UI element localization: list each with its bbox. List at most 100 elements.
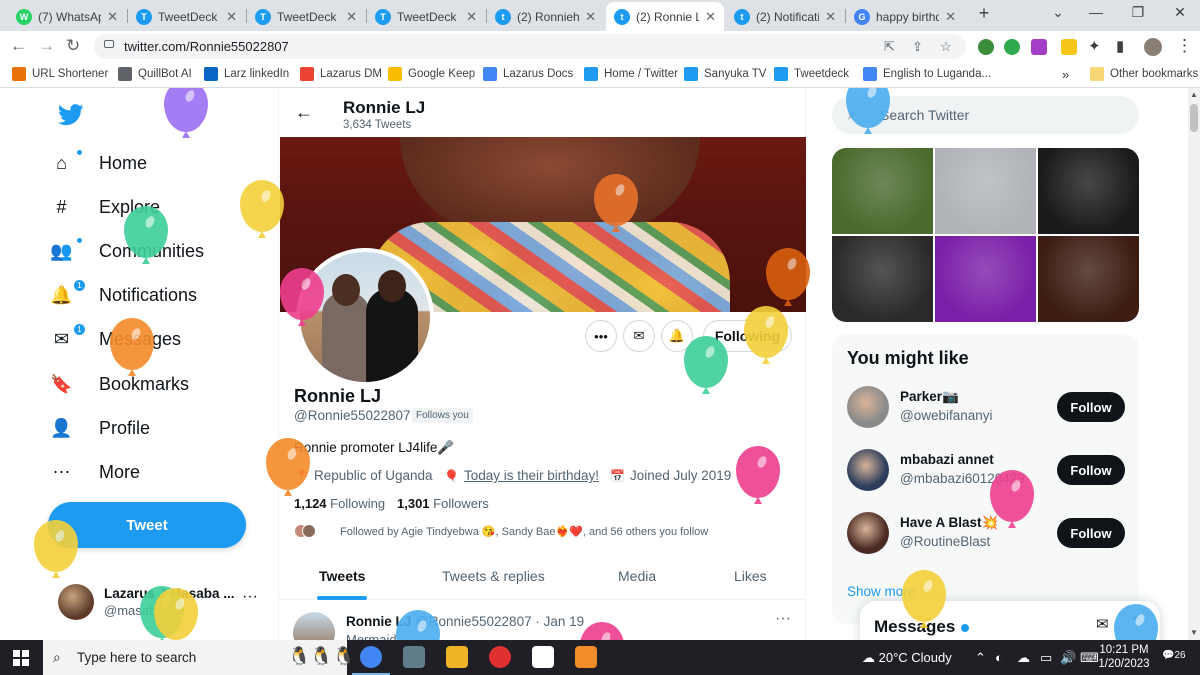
following-count-link[interactable]: 1,124 Following <box>294 496 385 511</box>
extension-icon-2[interactable] <box>1004 39 1020 55</box>
birthday-text[interactable]: Today is their birthday! <box>464 468 599 483</box>
volume-icon[interactable]: 🔊 <box>1060 650 1076 666</box>
tray-chevron-icon[interactable]: ⌃ <box>975 650 986 666</box>
other-bookmarks[interactable]: Other bookmarks <box>1090 67 1198 81</box>
message-envelope-icon[interactable]: ✉ <box>623 320 655 352</box>
media-thumbnail[interactable] <box>935 236 1036 322</box>
follow-button[interactable]: Follow <box>1057 455 1125 485</box>
scroll-thumb[interactable] <box>1190 104 1198 132</box>
back-arrow-icon[interactable]: ← <box>10 36 27 56</box>
tab-close-icon[interactable]: ✕ <box>705 9 716 25</box>
browser-tab[interactable]: Ghappy birthd ✕ <box>846 2 964 31</box>
nav-bookmarks[interactable]: 🔖 Bookmarks <box>50 369 189 399</box>
tab-close-icon[interactable]: ✕ <box>226 9 237 25</box>
bookmark-item[interactable]: Home / Twitter <box>584 67 678 81</box>
profile-avatar-image[interactable] <box>296 248 434 386</box>
suggestion-row[interactable]: Have A Blast💥 @RoutineBlast Follow <box>847 512 1127 556</box>
browser-tab[interactable]: T TweetDeck ✕ <box>128 2 245 31</box>
followed-by[interactable]: Followed by Agie Tindyebwa 😘, Sandy Bae❤… <box>294 522 708 540</box>
bookmark-item[interactable]: Larz linkedIn <box>204 67 289 81</box>
avatar[interactable] <box>847 512 889 554</box>
extension-icon-4[interactable] <box>1061 39 1077 55</box>
tab-tweets-replies[interactable]: Tweets & replies <box>442 568 545 584</box>
taskbar-app-icon[interactable] <box>489 646 511 668</box>
tab-close-icon[interactable]: ✕ <box>825 9 836 25</box>
suggestion-row[interactable]: Parker📷 @owebifananyi Follow <box>847 386 1127 430</box>
bookmark-item[interactable]: English to Luganda... <box>863 67 991 81</box>
followers-count-link[interactable]: 1,301 Followers <box>397 496 489 511</box>
tab-close-icon[interactable]: ✕ <box>945 9 956 25</box>
suggestion-name[interactable]: Parker📷 <box>900 389 959 405</box>
back-arrow-icon[interactable]: ← <box>295 102 313 123</box>
tab-close-icon[interactable]: ✕ <box>346 9 357 25</box>
follow-button[interactable]: Follow <box>1057 518 1125 548</box>
more-dots-icon[interactable]: ··· <box>242 588 258 606</box>
profile-avatar-icon[interactable] <box>1144 38 1162 56</box>
media-thumbnail[interactable] <box>832 236 933 322</box>
tab-tweets[interactable]: Tweets <box>319 568 365 584</box>
tweet[interactable]: Ronnie LJ @Ronnie55022807 · Jan 19 ··· M… <box>279 600 806 640</box>
address-bar[interactable]: twitter.com/Ronnie55022807 ⇱ ⇪ ☆ <box>94 34 966 59</box>
tab-close-icon[interactable]: ✕ <box>107 9 118 25</box>
media-thumbnail[interactable] <box>935 148 1036 234</box>
notification-center[interactable]: 💬26 <box>1162 650 1186 661</box>
windows-start-icon[interactable] <box>13 650 29 666</box>
media-thumbnail[interactable] <box>832 148 933 234</box>
extension-icon-1[interactable] <box>978 39 994 55</box>
nav-home[interactable]: ⌂ Home <box>56 148 147 178</box>
share-icon[interactable]: ⇪ <box>912 39 923 55</box>
bookmark-item[interactable]: URL Shortener <box>12 67 108 81</box>
nav-notifications[interactable]: 🔔 1 Notifications <box>50 279 197 310</box>
scroll-up-icon[interactable]: ▲ <box>1190 90 1198 99</box>
tab-likes[interactable]: Likes <box>734 568 767 584</box>
bookmark-item[interactable]: Sanyuka TV <box>684 67 766 81</box>
tab-media[interactable]: Media <box>618 568 656 584</box>
suggestion-row[interactable]: mbabazi annet @mbabazi60120429 Follow <box>847 449 1127 493</box>
tab-close-icon[interactable]: ✕ <box>585 9 596 25</box>
weather-widget[interactable]: ☁ 20°C Cloudy <box>862 650 952 666</box>
avatar[interactable] <box>847 386 889 428</box>
taskbar-app-icon[interactable] <box>352 646 390 675</box>
network-icon[interactable]: ▭ <box>1040 650 1052 666</box>
bookmark-item[interactable]: Lazarus DM <box>300 67 382 81</box>
taskbar-app-icon[interactable] <box>403 646 425 668</box>
extension-icon-3[interactable] <box>1031 39 1047 55</box>
puzzle-extensions-icon[interactable]: ✦ <box>1088 37 1101 55</box>
restore-icon[interactable]: ❐ <box>1118 4 1158 21</box>
taskbar-app-icon[interactable] <box>575 646 597 668</box>
side-panel-icon[interactable]: ▮ <box>1116 37 1124 55</box>
new-tab-icon[interactable]: + <box>964 3 1004 24</box>
reload-icon[interactable]: ↻ <box>66 36 80 56</box>
nav-more[interactable]: ⋯ More <box>53 457 141 487</box>
twitter-bird-logo-icon[interactable] <box>58 104 84 131</box>
more-options-icon[interactable]: ••• <box>585 320 617 352</box>
bookmark-item[interactable]: Tweetdeck <box>774 67 849 81</box>
onedrive-icon[interactable]: ☁ <box>1017 650 1030 666</box>
bookmark-item[interactable]: QuillBot AI <box>118 67 192 81</box>
birthday[interactable]: 🎈 Today is their birthday! <box>444 468 599 483</box>
browser-menu-icon[interactable]: ⋮ <box>1176 36 1193 56</box>
media-thumbnail[interactable] <box>1038 148 1139 234</box>
close-window-icon[interactable]: ✕ <box>1160 4 1200 21</box>
taskbar-app-icon[interactable] <box>446 646 468 668</box>
language-icon[interactable]: ⌨ <box>1080 650 1099 666</box>
media-thumbnail[interactable] <box>1038 236 1139 322</box>
browser-tab[interactable]: T TweetDeck ✕ <box>367 2 485 31</box>
bookmark-item[interactable]: Lazarus Docs <box>483 67 573 81</box>
browser-tab[interactable]: t (2) Notificatio ✕ <box>726 2 844 31</box>
system-clock[interactable]: 10:21 PM 1/20/2023 <box>1098 643 1150 671</box>
browser-tab[interactable]: W (7) WhatsApp ✕ <box>8 2 126 31</box>
bookmarks-overflow-icon[interactable]: » <box>1062 67 1069 82</box>
forward-arrow-icon[interactable]: → <box>38 36 55 56</box>
avatar[interactable] <box>847 449 889 491</box>
browser-tab[interactable]: T TweetDeck ✕ <box>247 2 365 31</box>
taskbar-app-icon[interactable] <box>532 646 554 668</box>
suggestion-name[interactable]: mbabazi annet <box>900 452 994 467</box>
minimize-icon[interactable]: — <box>1076 4 1116 20</box>
tweet-date[interactable]: · Jan 19 <box>535 614 584 629</box>
scroll-down-icon[interactable]: ▼ <box>1190 628 1198 637</box>
bookmark-star-icon[interactable]: ☆ <box>940 39 952 55</box>
follow-button[interactable]: Follow <box>1057 392 1125 422</box>
tab-search-icon[interactable]: ⌄ <box>1038 4 1078 21</box>
browser-tab[interactable]: t (2) Ronnie LJ ✕ <box>606 2 724 31</box>
